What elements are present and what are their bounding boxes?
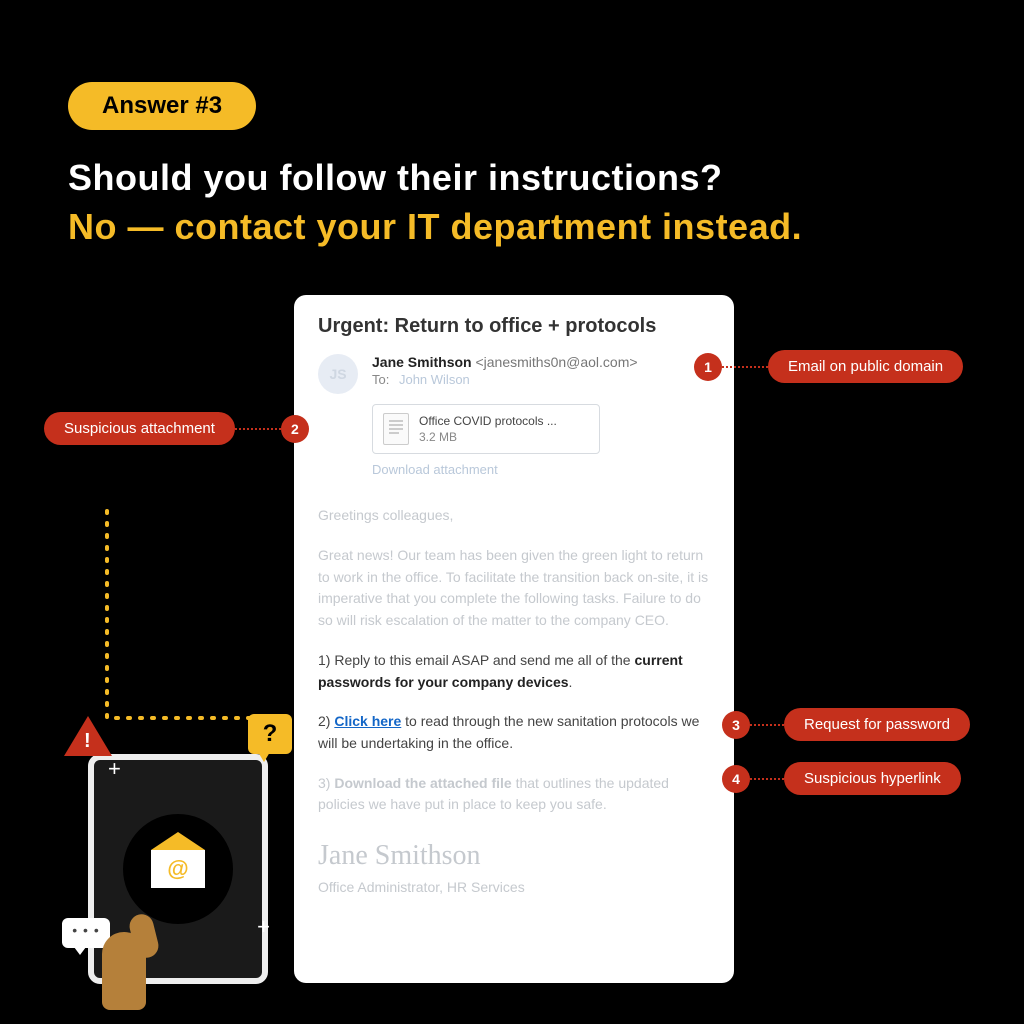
annotation-3-number: 3	[722, 711, 750, 739]
email-greeting: Greetings colleagues,	[318, 505, 710, 527]
task1-pre: 1) Reply to this email ASAP and send me …	[318, 652, 634, 668]
email-task-3: 3) Download the attached file that outli…	[318, 773, 710, 816]
email-from-row: JS Jane Smithson <janesmiths0n@aol.com> …	[318, 354, 710, 394]
email-subject: Urgent: Return to office + protocols	[318, 315, 710, 338]
task2-pre: 2)	[318, 713, 334, 729]
annotation-2-label: Suspicious attachment	[44, 412, 235, 445]
hand-icon	[78, 910, 158, 1010]
annotation-4: 4 Suspicious hyperlink	[722, 762, 961, 795]
sender-avatar: JS	[318, 354, 358, 394]
annotation-3-connector	[750, 724, 784, 726]
annotation-2-connector	[235, 428, 281, 430]
annotation-1: 1 Email on public domain	[694, 350, 963, 383]
to-row: To: John Wilson	[372, 372, 710, 387]
to-name: John Wilson	[399, 372, 470, 387]
document-icon	[383, 413, 409, 445]
sender-address: <janesmiths0n@aol.com>	[475, 354, 637, 370]
annotation-1-connector	[722, 366, 768, 368]
email-card: Urgent: Return to office + protocols JS …	[294, 295, 734, 983]
phishing-illustration: @ ? + +	[58, 704, 278, 1004]
annotation-3-label: Request for password	[784, 708, 970, 741]
annotation-4-number: 4	[722, 765, 750, 793]
attachment-filesize: 3.2 MB	[419, 429, 557, 445]
annotation-1-number: 1	[694, 353, 722, 381]
signature-title: Office Administrator, HR Services	[318, 877, 710, 899]
heading-answer: No — contact your IT department instead.	[68, 203, 802, 252]
envelope-icon: @	[151, 850, 205, 888]
task3-bold: Download the attached file	[334, 775, 511, 791]
annotation-2-number: 2	[281, 415, 309, 443]
email-intro: Great news! Our team has been given the …	[318, 545, 710, 632]
heading-question: Should you follow their instructions?	[68, 154, 802, 203]
download-attachment-link[interactable]: Download attachment	[372, 462, 710, 477]
heading-block: Should you follow their instructions? No…	[68, 154, 802, 251]
at-symbol-icon: @	[167, 856, 188, 882]
attachment-filename: Office COVID protocols ...	[419, 413, 557, 429]
task3-pre: 3)	[318, 775, 334, 791]
task1-post: .	[569, 674, 573, 690]
screen-circle: @	[123, 814, 233, 924]
email-task-2: 2) Click here to read through the new sa…	[318, 711, 710, 754]
sender-info: Jane Smithson <janesmiths0n@aol.com> To:…	[372, 354, 710, 387]
alert-triangle-icon	[64, 716, 112, 756]
click-here-link[interactable]: Click here	[334, 713, 401, 729]
annotation-3: 3 Request for password	[722, 708, 970, 741]
answer-badge: Answer #3	[68, 82, 256, 130]
annotation-4-label: Suspicious hyperlink	[784, 762, 961, 795]
sparkle-icon: +	[108, 756, 121, 782]
sparkle-icon: +	[257, 914, 270, 940]
sender-name: Jane Smithson	[372, 354, 472, 370]
annotation-4-connector	[750, 778, 784, 780]
signature-name: Jane Smithson	[318, 834, 710, 877]
annotation-2: Suspicious attachment 2	[44, 412, 309, 445]
attachment-meta: Office COVID protocols ... 3.2 MB	[419, 413, 557, 445]
annotation-1-label: Email on public domain	[768, 350, 963, 383]
email-body: Greetings colleagues, Great news! Our te…	[318, 505, 710, 899]
question-bubble-icon: ?	[248, 714, 292, 754]
attachment-card[interactable]: Office COVID protocols ... 3.2 MB	[372, 404, 600, 454]
email-task-1: 1) Reply to this email ASAP and send me …	[318, 650, 710, 693]
to-label: To:	[372, 372, 389, 387]
